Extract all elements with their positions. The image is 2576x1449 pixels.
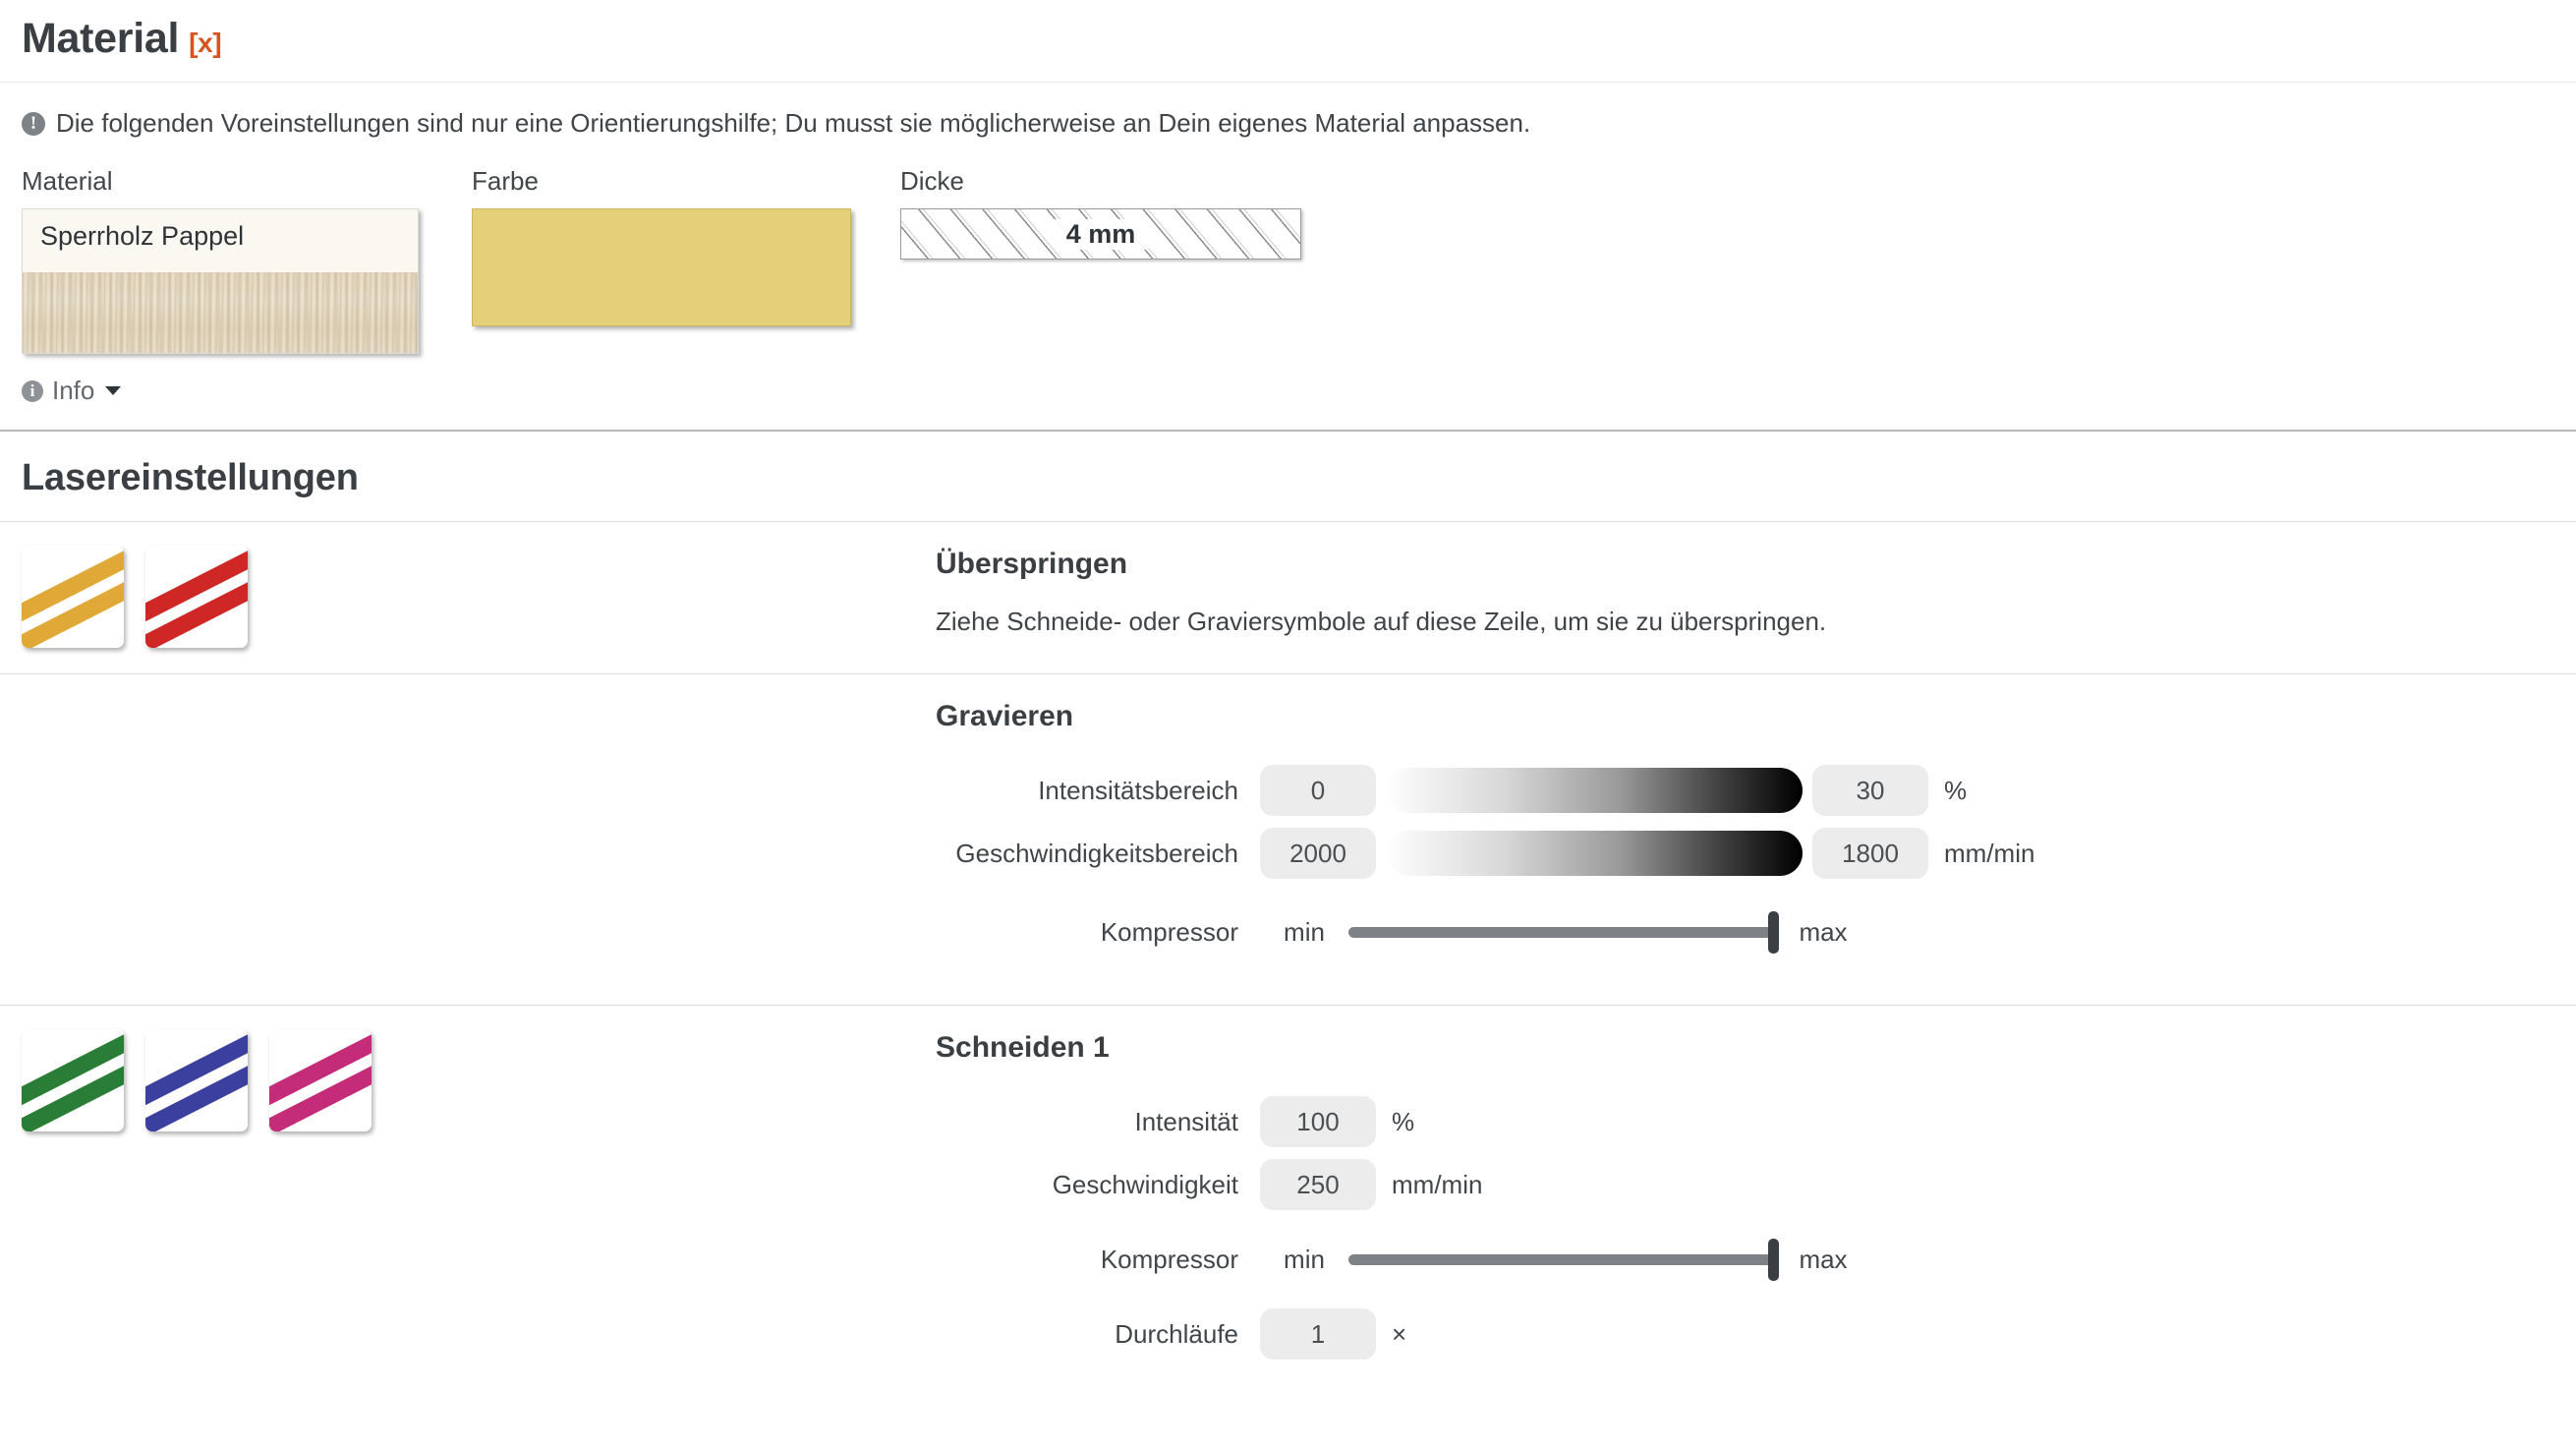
param-label: Durchläufe — [1115, 1318, 1238, 1349]
slider-min-label: min — [1284, 916, 1325, 947]
cut-title: Schneiden 1 — [936, 1031, 1110, 1064]
param-label: Kompressor — [1100, 1244, 1238, 1274]
compressor-slider-engrave[interactable]: min max — [1260, 910, 1867, 954]
intensity-input[interactable]: 100 — [1260, 1096, 1376, 1147]
laser-row-engrave: Gravieren Intensitätsbereich 0 30 % Gesc… — [0, 673, 2576, 1005]
color-field: Farbe — [472, 166, 851, 326]
stripe-tile-blue[interactable] — [145, 1029, 248, 1131]
thickness-field-label: Dicke — [900, 166, 965, 196]
slider-max-label: max — [1799, 1244, 1848, 1274]
chevron-down-icon — [105, 386, 122, 395]
engrave-body: Gravieren Intensitätsbereich 0 30 % Gesc… — [936, 698, 2554, 979]
intensity-range-to-input[interactable]: 30 — [1812, 765, 1928, 816]
param-speed: Geschwindigkeit 250 mm/min — [936, 1153, 2554, 1216]
info-toggle[interactable]: i Info — [0, 354, 143, 430]
color-swatch[interactable] — [472, 208, 851, 326]
material-fields-row: Material Sperrholz Pappel Farbe Dicke 4 … — [0, 145, 2576, 354]
material-notice-text: Die folgenden Voreinstellungen sind nur … — [56, 108, 1531, 138]
skip-title: Überspringen — [936, 548, 1128, 580]
thickness-value: 4 mm — [1052, 218, 1150, 250]
param-unit: % — [1392, 1106, 1415, 1136]
stripe-tile-red[interactable] — [145, 546, 248, 648]
skip-body: Überspringen Ziehe Schneide- oder Gravie… — [936, 546, 2554, 637]
param-intensity: Intensität 100 % — [936, 1090, 2554, 1153]
cut-tiles — [22, 1029, 936, 1131]
param-unit: × — [1392, 1318, 1407, 1349]
laser-settings-title: Lasereinstellungen — [22, 457, 359, 498]
slider-min-label: min — [1284, 1244, 1325, 1274]
param-label: Intensitätsbereich — [1038, 775, 1238, 805]
speed-input[interactable]: 250 — [1260, 1159, 1376, 1210]
material-settings-page: Material [x] ! Die folgenden Voreinstell… — [0, 0, 2576, 1391]
laser-settings-header: Lasereinstellungen — [0, 430, 2576, 521]
laser-row-skip: Überspringen Ziehe Schneide- oder Gravie… — [0, 521, 2576, 673]
param-label: Intensität — [1134, 1106, 1238, 1136]
stripe-tile-orange[interactable] — [22, 546, 124, 648]
slider-thumb[interactable] — [1768, 1238, 1779, 1281]
material-field-label: Material — [22, 166, 113, 196]
exclamation-circle-icon: ! — [22, 111, 45, 136]
compressor-slider-cut[interactable]: min max — [1260, 1238, 1867, 1281]
cut-body: Schneiden 1 Intensität 100 % Geschwindig… — [936, 1029, 2554, 1365]
material-notice: ! Die folgenden Voreinstellungen sind nu… — [0, 83, 2576, 145]
thickness-bar[interactable]: 4 mm — [900, 208, 1301, 260]
laser-row-cut-1: Schneiden 1 Intensität 100 % Geschwindig… — [0, 1005, 2576, 1391]
param-label: Geschwindigkeitsbereich — [955, 838, 1238, 868]
slider-max-label: max — [1799, 916, 1848, 947]
close-material-link[interactable]: [x] — [189, 29, 222, 57]
intensity-gradient-bar[interactable] — [1386, 768, 1803, 813]
page-title-text: Material — [22, 15, 180, 62]
intensity-range-from-input[interactable]: 0 — [1260, 765, 1376, 816]
skip-tiles — [22, 546, 936, 648]
stripe-tile-green[interactable] — [22, 1029, 124, 1131]
param-passes: Durchläufe 1 × — [936, 1303, 2554, 1365]
param-label: Geschwindigkeit — [1052, 1169, 1238, 1199]
slider-thumb[interactable] — [1768, 910, 1779, 954]
passes-input[interactable]: 1 — [1260, 1308, 1376, 1360]
thickness-field: Dicke 4 mm — [900, 166, 1301, 260]
engrave-title: Gravieren — [936, 700, 1074, 732]
info-toggle-label: Info — [52, 376, 95, 405]
wood-texture — [23, 272, 418, 353]
material-name: Sperrholz Pappel — [40, 221, 245, 251]
stripe-tile-magenta[interactable] — [269, 1029, 372, 1131]
slider-track[interactable] — [1348, 1238, 1779, 1281]
speed-range-to-input[interactable]: 1800 — [1812, 828, 1928, 879]
param-compressor-engrave: Kompressor min max — [936, 885, 2554, 979]
param-label: Kompressor — [1100, 916, 1238, 947]
info-circle-icon: i — [22, 379, 43, 402]
material-swatch-card[interactable]: Sperrholz Pappel — [22, 208, 419, 354]
slider-track[interactable] — [1348, 910, 1779, 954]
page-title: Material [x] — [22, 18, 2554, 60]
param-compressor-cut: Kompressor min max — [936, 1216, 2554, 1303]
param-intensity-range: Intensitätsbereich 0 30 % — [936, 759, 2554, 822]
material-field: Material Sperrholz Pappel — [22, 166, 419, 354]
skip-description: Ziehe Schneide- oder Graviersymbole auf … — [936, 607, 1827, 636]
param-unit: mm/min — [1944, 838, 2035, 868]
param-speed-range: Geschwindigkeitsbereich 2000 1800 mm/min — [936, 822, 2554, 885]
speed-range-from-input[interactable]: 2000 — [1260, 828, 1376, 879]
speed-gradient-bar[interactable] — [1386, 831, 1803, 876]
color-field-label: Farbe — [472, 166, 539, 196]
param-unit: % — [1944, 775, 1968, 805]
material-header: Material [x] — [0, 0, 2576, 83]
param-unit: mm/min — [1392, 1169, 1483, 1199]
